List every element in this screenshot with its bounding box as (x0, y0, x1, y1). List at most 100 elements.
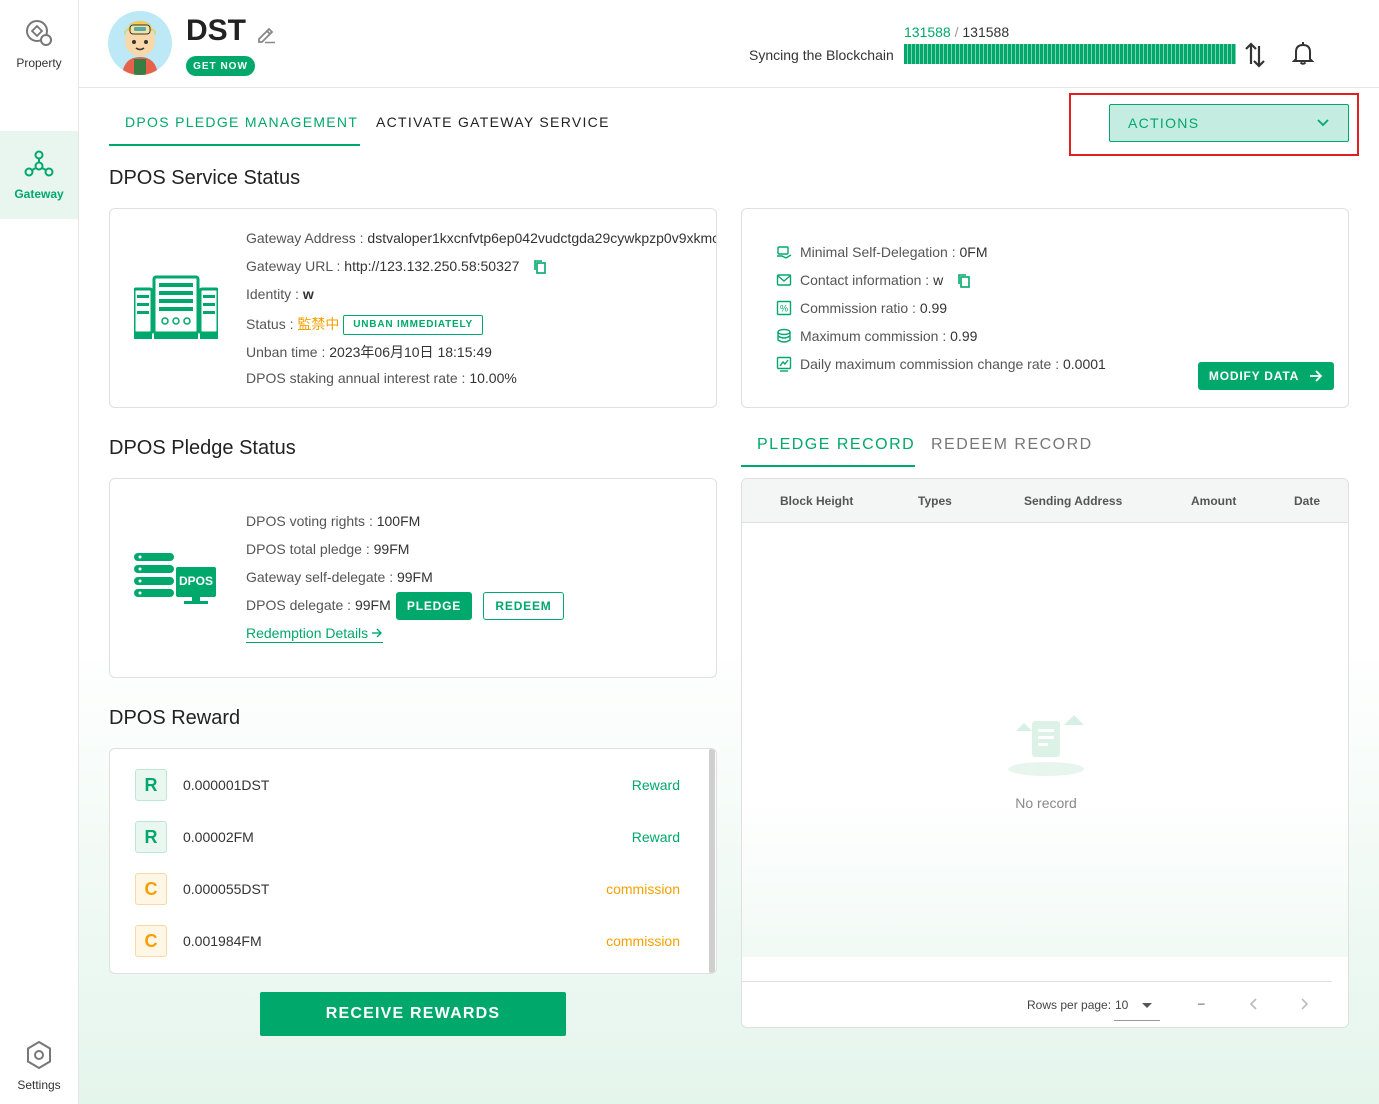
tab-dpos-pledge-management[interactable]: DPOS PLEDGE MANAGEMENT (125, 114, 358, 130)
unban-time-value: 2023年06月10日 18:15:49 (329, 344, 492, 360)
get-now-button[interactable]: GET NOW (186, 56, 255, 76)
redeem-button[interactable]: REDEEM (483, 592, 564, 620)
caret-down-icon (1142, 1003, 1152, 1008)
server-rack-icon (134, 275, 218, 339)
footer-divider (742, 981, 1332, 982)
edit-icon[interactable] (255, 23, 277, 45)
actions-dropdown[interactable]: ACTIONS (1109, 104, 1349, 142)
total-pledge-value: 99FM (373, 541, 410, 557)
total-pledge-label: DPOS total pledge (246, 541, 362, 557)
column-header-amount[interactable]: Amount (1191, 494, 1236, 508)
record-tab-underline (741, 465, 915, 467)
column-header-types[interactable]: Types (918, 494, 952, 508)
arrow-right-icon (372, 628, 383, 638)
receive-rewards-button[interactable]: RECEIVE REWARDS (260, 992, 566, 1036)
min-self-delegation: Minimal Self-Delegation : 0FM (776, 244, 988, 260)
copy-icon[interactable] (957, 273, 971, 289)
swap-icon[interactable] (1244, 42, 1266, 68)
tab-underline (109, 144, 360, 146)
sidebar-item-label: Settings (17, 1078, 61, 1092)
dpos-server-icon: DPOS (134, 553, 220, 605)
gateway-url: Gateway URL : http://123.132.250.58:5032… (246, 258, 547, 275)
commission-ratio: % Commission ratio : 0.99 (776, 300, 947, 316)
reward-list-card: R 0.000001DST Reward R 0.00002FM Reward … (109, 748, 717, 974)
maximum-commission: Maximum commission : 0.99 (776, 328, 977, 344)
reward-type: Reward (631, 777, 680, 793)
reward-scrollbar[interactable] (709, 749, 715, 973)
max-commission-value: 0.99 (950, 328, 978, 344)
sync-progress-bar (904, 44, 1236, 64)
svg-text:%: % (780, 304, 788, 314)
total-pledge: DPOS total pledge : 99FM (246, 541, 410, 557)
settings-icon (27, 1040, 51, 1070)
records-table-card: No record Rows per page: 10 – (741, 478, 1349, 1028)
column-header-block-height[interactable]: Block Height (780, 494, 853, 508)
copy-icon[interactable] (533, 259, 547, 275)
redemption-details-link[interactable]: Redemption Details (246, 625, 384, 643)
voting-label: DPOS voting rights (246, 513, 366, 529)
tab-redeem-record[interactable]: REDEEM RECORD (931, 436, 1093, 454)
reward-type: Reward (631, 829, 680, 845)
identity-value: w (302, 286, 314, 302)
reward-badge: C (135, 873, 167, 905)
column-header-sending-address[interactable]: Sending Address (1024, 494, 1122, 508)
interest-rate: DPOS staking annual interest rate : 10.0… (246, 370, 517, 386)
sidebar-item-label: Gateway (14, 187, 64, 201)
rows-per-page-select[interactable]: 10 (1114, 991, 1160, 1021)
voting-value: 100FM (376, 513, 421, 529)
min-self-value: 0FM (959, 244, 988, 260)
commission-label: Commission ratio (800, 300, 909, 316)
self-delegate-value: 99FM (396, 569, 433, 585)
gateway-icon (24, 150, 54, 177)
gateway-address-value: dstvaloper1kxcnfvtp6ep042vudctgda29cywkp… (367, 230, 717, 246)
daily-label: Daily maximum commission change rate (800, 356, 1052, 372)
reward-row: R 0.000001DST Reward (110, 759, 710, 811)
redemption-details-label: Redemption Details (246, 625, 369, 641)
server-label: DPOS (179, 574, 214, 588)
sidebar-item-label: Property (16, 56, 62, 70)
chevron-right-icon[interactable] (1299, 997, 1309, 1011)
chart-line-icon (776, 356, 792, 372)
tab-pledge-record[interactable]: PLEDGE RECORD (757, 436, 915, 454)
username: DST (186, 14, 246, 47)
daily-value: 0.0001 (1062, 356, 1106, 372)
modify-data-label: MODIFY DATA (1208, 369, 1300, 383)
column-header-date[interactable]: Date (1294, 494, 1320, 508)
reward-badge: C (135, 925, 167, 957)
sync-separator: / (950, 24, 963, 40)
rows-per-page-value: 10 (1115, 998, 1129, 1012)
sync-current: 131588 (904, 24, 951, 40)
sidebar-item-gateway[interactable]: Gateway (0, 131, 78, 219)
gateway-url-label: Gateway URL (246, 258, 333, 274)
bell-icon[interactable] (1292, 41, 1314, 65)
pledge-button[interactable]: PLEDGE (396, 592, 472, 620)
property-icon (26, 20, 52, 46)
pagination-range: – (1198, 996, 1205, 1010)
contact-value: w (933, 272, 944, 288)
voting-rights: DPOS voting rights : 100FM (246, 513, 421, 529)
tab-activate-gateway-service[interactable]: ACTIVATE GATEWAY SERVICE (376, 114, 610, 130)
sync-total: 131588 (962, 24, 1010, 40)
unban-immediately-button[interactable]: UNBAN IMMEDIATELY (343, 315, 483, 336)
empty-state-text: No record (1015, 795, 1077, 811)
identity: Identity : w (246, 286, 314, 302)
identity-label: Identity (246, 286, 292, 302)
gateway-address: Gateway Address : dstvaloper1kxcnfvtp6ep… (246, 230, 717, 246)
sync-label: Syncing the Blockchain (749, 47, 894, 63)
unban-time: Unban time : 2023年06月10日 18:15:49 (246, 344, 492, 360)
arrow-right-icon (1310, 370, 1323, 382)
avatar[interactable] (108, 11, 172, 75)
reward-row: C 0.000055DST commission (110, 863, 710, 915)
reward-badge: R (135, 821, 167, 853)
sidebar-item-settings[interactable]: Settings (0, 1028, 78, 1104)
sidebar-item-property[interactable]: Property (0, 0, 78, 88)
hand-coin-icon (777, 246, 792, 259)
modify-data-button[interactable]: MODIFY DATA (1198, 362, 1334, 390)
service-status-title: DPOS Service Status (109, 167, 301, 189)
chevron-left-icon[interactable] (1249, 997, 1259, 1011)
reward-amount: 0.000001DST (183, 777, 270, 793)
rows-per-page-label: Rows per page: (1027, 998, 1112, 1012)
chevron-down-icon (1317, 119, 1329, 127)
coins-stack-icon (777, 328, 791, 343)
max-commission-label: Maximum commission (800, 328, 939, 344)
